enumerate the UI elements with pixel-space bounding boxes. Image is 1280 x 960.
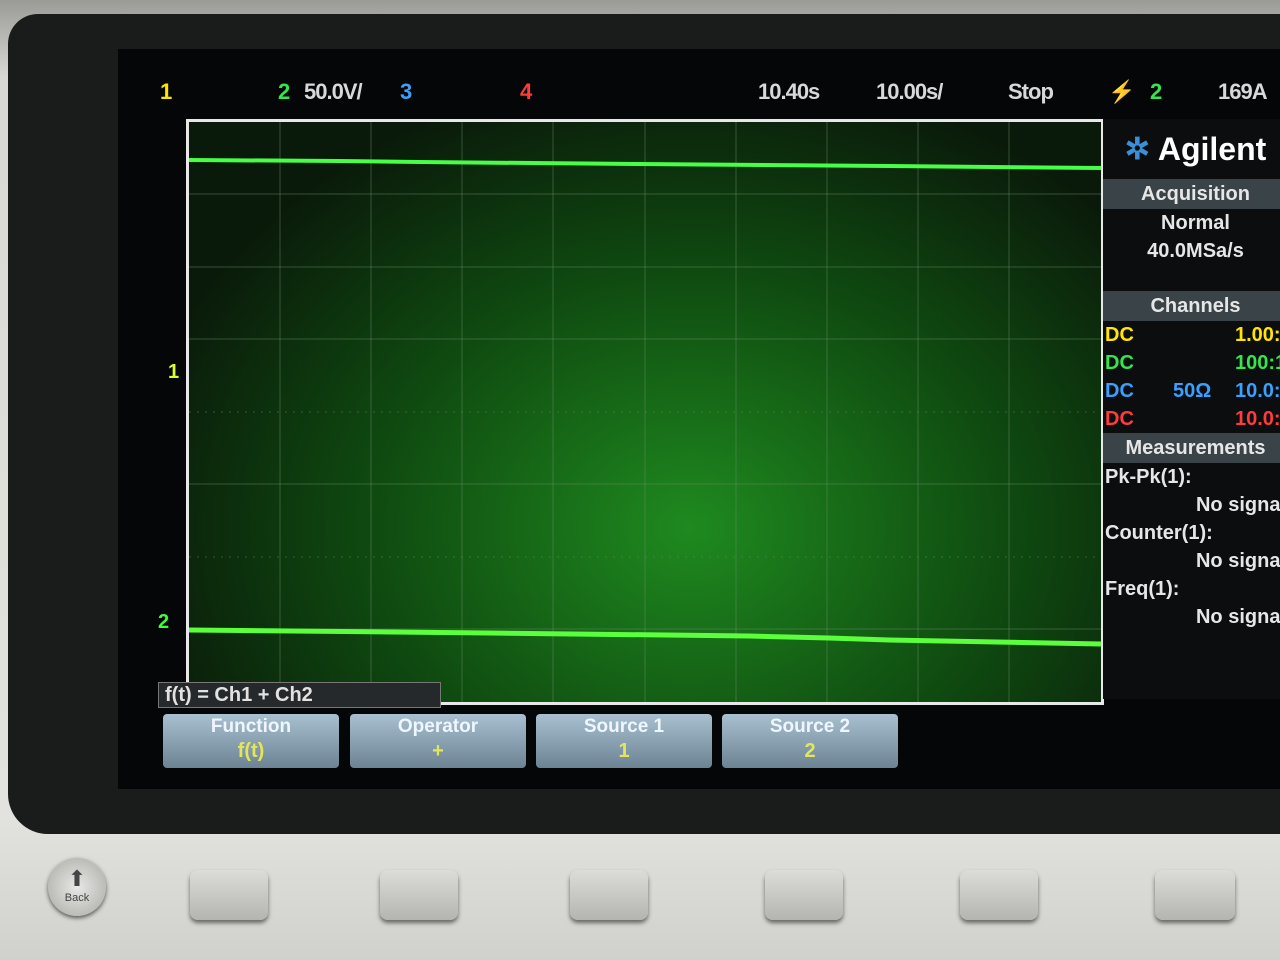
ch1-ground-marker[interactable]: 1 — [168, 361, 179, 384]
softkey-3[interactable]: Source 1 1 — [536, 714, 712, 768]
softkey-title: Source 2 — [769, 716, 851, 737]
softkey-4[interactable]: Source 2 2 — [722, 714, 898, 768]
back-arrow-icon: ⬆ — [67, 866, 87, 891]
channel-probe-ratio: 1.00:1 — [1235, 324, 1280, 346]
ch1-indicator[interactable]: 1 — [160, 79, 172, 105]
channels-title[interactable]: Channels — [1103, 291, 1280, 321]
ch2-indicator[interactable]: 2 — [278, 79, 290, 105]
measurement-value: No signal — [1195, 494, 1280, 516]
trigger-edge-icon: ⚡ — [1108, 79, 1135, 104]
math-function-expression: f(t) = Ch1 + Ch2 — [158, 682, 441, 708]
trigger-source: 2 — [1150, 79, 1162, 104]
acquisition-mode: Normal — [1161, 212, 1230, 234]
channel-coupling: DC — [1105, 324, 1134, 346]
hardware-softkey-4[interactable] — [765, 870, 843, 920]
channel-coupling: DC — [1105, 408, 1134, 430]
hardware-softkey-1[interactable] — [190, 870, 268, 920]
channel-coupling: DC — [1105, 380, 1134, 402]
softkey-value: 2 — [804, 740, 816, 762]
softkey-value: 1 — [618, 740, 630, 762]
screen-frame: 1 2 50.0V/ 3 4 10.40s 10.00s/ Stop ⚡ 2 1… — [8, 14, 1280, 834]
softkey-title: Source 1 — [583, 716, 665, 737]
agilent-spark-icon: ✲ — [1124, 132, 1150, 166]
softkey-2[interactable]: Operator + — [350, 714, 526, 768]
sample-rate: 40.0MSa/s — [1147, 240, 1244, 262]
brand-name: Agilent — [1157, 130, 1267, 167]
measurement-value: No signal — [1195, 606, 1280, 628]
softkey-1[interactable]: Function f(t) — [163, 714, 339, 768]
channel-row[interactable]: DC 100:1 — [1103, 349, 1280, 377]
softkey-title: Operator — [397, 716, 479, 737]
hardware-softkey-3[interactable] — [570, 870, 648, 920]
ch2-scale: 50.0V/ — [304, 79, 363, 104]
ch2-ground-marker[interactable]: 2 — [158, 611, 169, 634]
channel-row[interactable]: DC 10.0:1 — [1103, 405, 1280, 433]
run-state: Stop — [1008, 79, 1054, 104]
channel-probe-ratio: 100:1 — [1235, 352, 1280, 374]
back-button[interactable]: ⬆ Back — [48, 858, 106, 916]
softkey-value: + — [432, 740, 444, 762]
time-scale: 10.00s/ — [876, 79, 943, 104]
status-bar: 1 2 50.0V/ 3 4 10.40s 10.00s/ Stop ⚡ 2 1… — [118, 49, 1280, 111]
measurement-label[interactable]: Counter(1): — [1103, 519, 1280, 547]
ch4-indicator[interactable]: 4 — [520, 79, 532, 105]
brand-logo: ✲ Agilent — [1103, 119, 1280, 179]
hardware-softkey-2[interactable] — [380, 870, 458, 920]
channel-probe-ratio: 10.0:1 — [1235, 408, 1280, 430]
acquisition-title[interactable]: Acquisition — [1103, 179, 1280, 209]
channels-list: DC 1.00:1 DC 100:1 DC 50Ω 10.0:1 DC 10.0:1 — [1103, 321, 1280, 433]
hardware-softkey-6[interactable] — [1155, 870, 1235, 920]
oscilloscope-screen: 1 2 50.0V/ 3 4 10.40s 10.00s/ Stop ⚡ 2 1… — [118, 49, 1280, 789]
hardware-softkey-5[interactable] — [960, 870, 1038, 920]
channel-impedance: 50Ω — [1173, 380, 1212, 402]
channel-row[interactable]: DC 50Ω 10.0:1 — [1103, 377, 1280, 405]
measurement-value: No signal — [1195, 550, 1280, 572]
measurements-list: Pk-Pk(1): No signal Counter(1): No signal Fr… — [1103, 463, 1280, 631]
grid-lines — [189, 122, 1101, 702]
trigger-level: 169A — [1218, 79, 1268, 104]
channel-coupling: DC — [1105, 352, 1134, 374]
graticule-svg — [189, 122, 1101, 702]
measurement-label[interactable]: Freq(1): — [1103, 575, 1280, 603]
oscilloscope-bezel: 1 2 50.0V/ 3 4 10.40s 10.00s/ Stop ⚡ 2 1… — [0, 0, 1280, 960]
time-position: 10.40s — [758, 79, 820, 104]
channel-row[interactable]: DC 1.00:1 — [1103, 321, 1280, 349]
measurements-title[interactable]: Measurements — [1103, 433, 1280, 463]
side-panel: ✲ Agilent Acquisition Normal 40.0MSa/s C… — [1103, 119, 1280, 699]
ch3-indicator[interactable]: 3 — [400, 79, 412, 105]
waveform-graticule — [186, 119, 1104, 705]
softkey-title: Function — [210, 716, 292, 737]
channel-probe-ratio: 10.0:1 — [1235, 380, 1280, 402]
measurement-label[interactable]: Pk-Pk(1): — [1103, 463, 1280, 491]
back-label: Back — [64, 892, 90, 904]
softkey-value: f(t) — [237, 740, 265, 762]
